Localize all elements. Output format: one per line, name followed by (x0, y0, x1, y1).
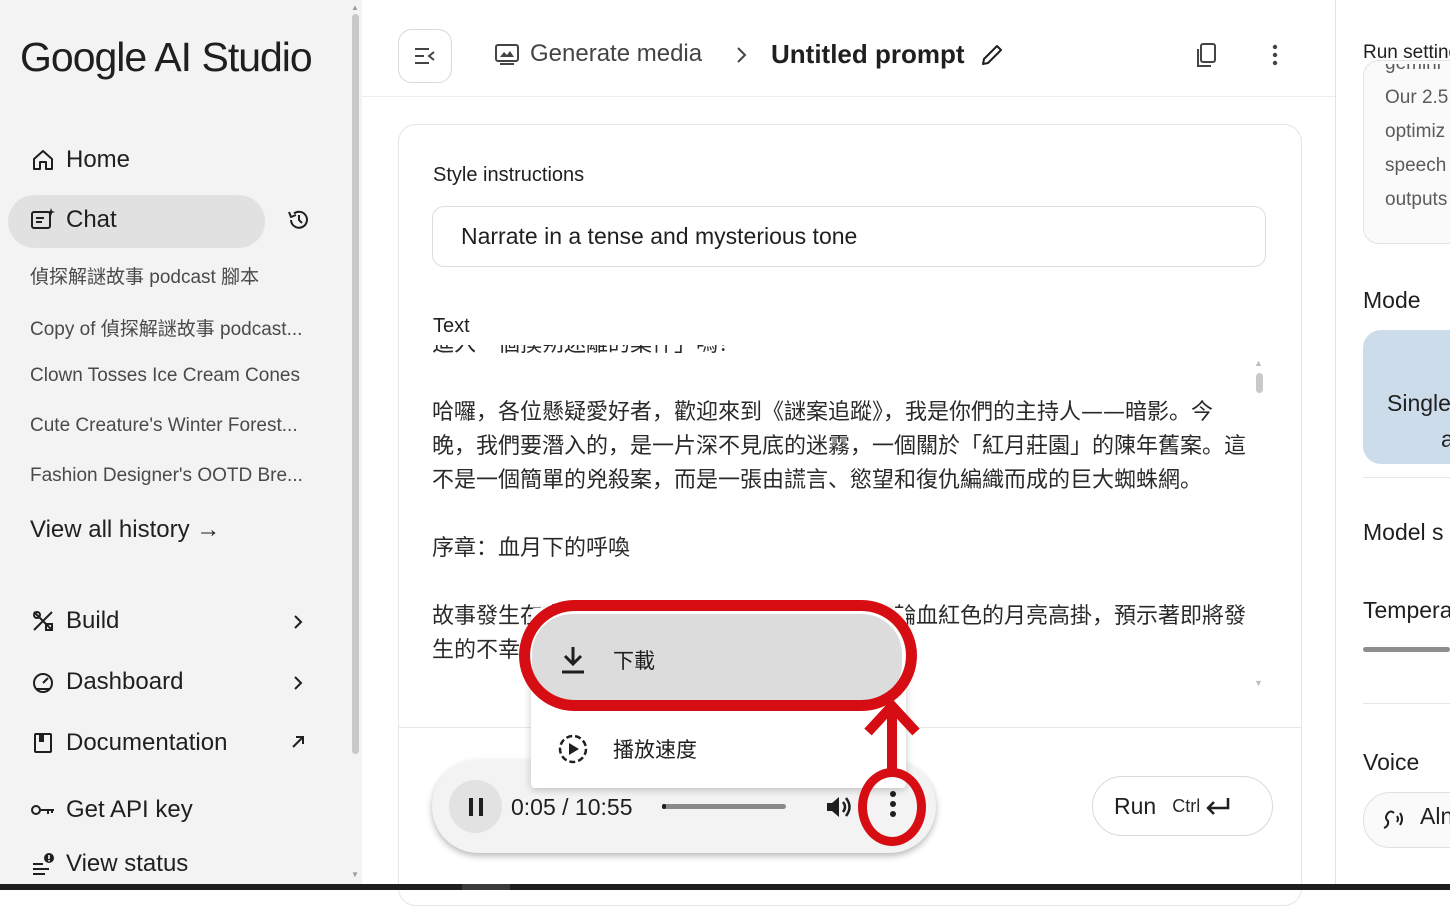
description-line: optimiz (1385, 121, 1446, 142)
nav-item-label: Build (66, 607, 120, 634)
pause-icon (468, 797, 483, 816)
mode-option-line: Single (1387, 390, 1450, 416)
nav-item-get-api-key[interactable]: Get API key (30, 796, 193, 824)
nav-item-label: Home (66, 146, 131, 173)
breadcrumb-chevron-icon (737, 47, 747, 63)
run-shortcut-label: Ctrl (1172, 795, 1201, 816)
nav-item-label: Documentation (66, 729, 228, 756)
pause-button[interactable] (449, 780, 502, 833)
sidebar-toggle-button[interactable] (398, 29, 452, 83)
playback-speed-icon (558, 734, 588, 764)
text-line (432, 498, 1247, 532)
annotation-highlight-download (519, 600, 917, 711)
sidebar-scroll-up-arrow[interactable]: ▲ (351, 3, 359, 12)
more-vert-icon[interactable] (1261, 41, 1289, 69)
nav-item-home[interactable]: Home (30, 146, 130, 174)
menu-item-playback-speed[interactable]: 播放速度 (557, 733, 697, 765)
nav-item-label: View status (66, 850, 189, 877)
menu-item-label: 播放速度 (613, 738, 697, 762)
book-icon (30, 730, 56, 756)
nav-item-documentation[interactable]: Documentation (30, 729, 227, 757)
chevron-right-icon (294, 676, 303, 690)
playback-progress-fill (662, 804, 666, 809)
history-item[interactable]: 偵探解謎故事 podcast 腳本 (30, 262, 259, 289)
text-scrollbar[interactable] (1256, 373, 1263, 393)
view-all-history-link[interactable]: View all history → (30, 516, 220, 544)
key-icon (30, 797, 56, 823)
text-line: 序章：血月下的呼喚 (432, 536, 631, 561)
taskbar-strip (0, 884, 1450, 890)
text-scroll-up-arrow[interactable]: ▲ (1254, 358, 1263, 368)
temperature-slider[interactable] (1363, 647, 1450, 652)
section-divider (1363, 477, 1450, 478)
nav-item-label: Dashboard (66, 668, 184, 695)
nav-item-view-status[interactable]: View status (30, 850, 188, 878)
app-logo[interactable]: Google AI Studio (20, 34, 313, 81)
voice-label: Voice (1363, 749, 1420, 775)
run-button[interactable]: Run Ctrl (1092, 776, 1273, 836)
model-settings-label: Model s (1363, 519, 1444, 545)
nav-item-label: Get API key (66, 796, 193, 823)
collapse-menu-icon (415, 48, 435, 64)
voice-speaking-icon (1383, 810, 1403, 829)
playback-progress-slider[interactable] (662, 804, 786, 809)
breadcrumb-label: Generate media (530, 40, 703, 67)
run-button-label: Run (1114, 792, 1157, 819)
temperature-label: Tempera (1363, 597, 1450, 623)
mode-option-label: Single a (1387, 385, 1450, 457)
annotation-circle-more-button (858, 768, 926, 846)
page-title: Untitled prompt (771, 39, 965, 69)
style-instructions-input[interactable]: Narrate in a tense and mysterious tone (432, 206, 1266, 267)
chevron-right-icon (294, 615, 303, 629)
history-item[interactable]: Cute Creature's Winter Forest... (30, 415, 298, 437)
mode-label: Mode (1363, 287, 1421, 313)
breadcrumb-generate-media[interactable]: Generate media (494, 40, 702, 68)
external-link-icon (292, 736, 304, 748)
history-item[interactable]: Fashion Designer's OOTD Bre... (30, 465, 303, 487)
nav-item-label: Chat (66, 206, 117, 233)
playback-time: 0:05 / 10:55 (511, 794, 633, 820)
text-label: Text (433, 315, 470, 337)
dashboard-gauge-icon (30, 669, 56, 695)
chat-spark-icon (30, 207, 56, 233)
status-alert-icon (30, 851, 56, 877)
nav-item-build[interactable]: Build (30, 607, 119, 635)
view-all-history-label: View all history → (30, 516, 221, 543)
sidebar-scrollbar[interactable] (352, 14, 359, 754)
text-line (432, 362, 1247, 396)
text-line (432, 566, 1247, 600)
description-line: Our 2.5 (1385, 87, 1449, 108)
enter-key-icon (1206, 798, 1230, 815)
section-divider (1363, 703, 1450, 704)
text-scroll-down-arrow[interactable]: ▼ (1254, 678, 1263, 688)
edit-pencil-icon[interactable] (979, 42, 1005, 68)
nav-item-chat[interactable]: Chat (30, 206, 117, 234)
description-line: gemini (1385, 64, 1450, 81)
voice-select-value: Aln (1420, 803, 1450, 829)
history-item[interactable]: Copy of 偵探解謎故事 podcast... (30, 314, 302, 341)
run-shortcut: Ctrl (1172, 796, 1232, 817)
build-tools-icon (30, 608, 56, 634)
volume-icon[interactable] (824, 792, 854, 822)
history-icon[interactable] (286, 207, 312, 233)
taskbar-segment (462, 884, 510, 890)
text-line: 哈囉，各位懸疑愛好者，歡迎來到《謎案追蹤》，我是你們的主持人——暗影。今晚，我們… (432, 400, 1247, 493)
copy-icon[interactable] (1193, 41, 1221, 69)
style-instructions-label: Style instructions (433, 164, 585, 186)
header-divider (362, 96, 1335, 97)
description-line: outputs (1385, 189, 1448, 210)
image-icon (495, 44, 519, 65)
home-icon (30, 147, 56, 173)
history-item[interactable]: Clown Tosses Ice Cream Cones (30, 365, 300, 387)
text-line: 進入一個撲朔迷離的案件」嗎？ (432, 345, 1247, 362)
right-panel-divider (1335, 0, 1336, 884)
sidebar-scroll-down-arrow[interactable]: ▼ (351, 870, 359, 879)
mode-option-line: a (1441, 426, 1450, 452)
annotation-arrow-up-icon (864, 700, 920, 776)
model-description: gemini Our 2.5 optimiz speech outputs (1385, 64, 1450, 234)
nav-item-dashboard[interactable]: Dashboard (30, 668, 183, 696)
description-line: speech (1385, 155, 1447, 176)
